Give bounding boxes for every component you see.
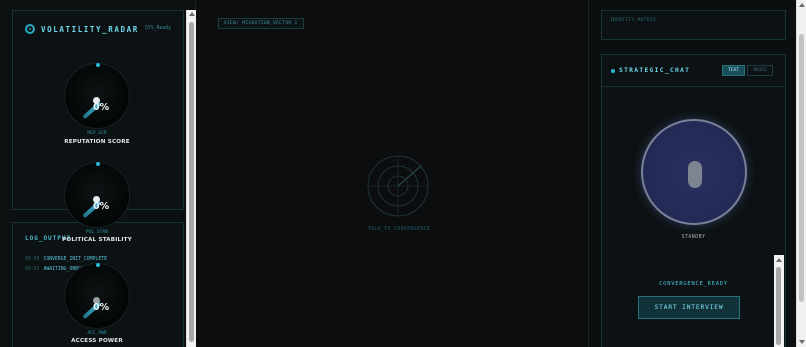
gauge-code: ACC_PWR (87, 331, 107, 336)
gauge-marker-dot (96, 263, 100, 267)
scroll-up-arrow-icon[interactable] (799, 3, 805, 7)
scrollbar-thumb[interactable] (799, 34, 804, 302)
log-line: 00:00 CONVERGE_INIT_COMPLETE (25, 257, 107, 262)
log-timestamp: 00:00 (25, 257, 40, 262)
mic-state-label: STANDBY (681, 235, 706, 240)
radar-sweep-icon (367, 155, 429, 217)
gauge-code: POL_STAB (85, 230, 109, 235)
gauge-value: 0% (93, 302, 110, 313)
start-interview-button[interactable]: START INTERVIEW (638, 296, 740, 319)
chat-title: STRATEGIC_CHAT (619, 67, 691, 74)
gauge-marker-dot (96, 63, 100, 67)
tab-text[interactable]: TEXT (722, 65, 746, 76)
gauge-code: REP_SCR (87, 131, 107, 136)
gauge-label: REPUTATION SCORE (64, 139, 130, 145)
scrollbar-thumb[interactable] (189, 22, 194, 342)
scroll-up-arrow-icon[interactable] (776, 258, 782, 262)
scrollbar-thumb[interactable] (776, 267, 781, 345)
sidebar-scrollbar[interactable] (186, 10, 196, 347)
access-power-gauge: 0% ACC_PWR ACCESS POWER (64, 263, 130, 344)
reputation-score-gauge: 0% REP_SCR REPUTATION SCORE (64, 63, 130, 145)
gauge-dial: 0% (64, 63, 130, 129)
strategic-chat-panel: STRATEGIC_CHAT TEXT VOICE STANDBY CONVER… (601, 54, 786, 347)
gauge-label: POLITICAL STABILITY (62, 237, 132, 243)
log-message: CONVERGE_INIT_COMPLETE (43, 257, 107, 262)
gauge-marker-dot (96, 162, 100, 166)
identity-matrix-panel: IDENTITY_MATRIX (601, 10, 786, 40)
right-sidebar: IDENTITY_MATRIX STRATEGIC_CHAT TEXT VOIC… (588, 0, 796, 347)
convergence-ready-label: CONVERGENCE_READY (659, 281, 728, 287)
microphone-button[interactable] (641, 119, 747, 225)
radar-status: SYS_Ready (145, 26, 171, 31)
scroll-down-arrow-icon[interactable] (799, 340, 805, 344)
chat-mode-tabs: TEXT VOICE (722, 65, 773, 76)
page-scrollbar[interactable] (796, 0, 806, 347)
status-dot-icon (611, 69, 615, 73)
chat-scrollbar[interactable] (774, 255, 784, 347)
gauge-value: 0% (93, 102, 110, 113)
chat-header: STRATEGIC_CHAT TEXT VOICE (602, 55, 785, 87)
gauge-label: ACCESS POWER (71, 338, 123, 344)
radar-header: VOLATILITY_RADAR (25, 24, 139, 34)
gauge-dial: 0% (64, 162, 130, 228)
tab-voice[interactable]: VOICE (747, 65, 773, 76)
view-label: VIEW: MIGRATION_VECTOR_1 (218, 18, 304, 29)
microphone-icon (688, 161, 702, 188)
identity-matrix-label: IDENTITY_MATRIX (610, 18, 656, 23)
left-sidebar: VOLATILITY_RADAR SYS_Ready LOG_OUTPUT 00… (0, 0, 196, 347)
political-stability-gauge: 0% POL_STAB POLITICAL STABILITY (62, 162, 132, 243)
gauge-dial: 0% (64, 263, 130, 329)
gauge-value: 0% (93, 201, 110, 212)
log-timestamp: 00:01 (25, 267, 40, 272)
radar-logo-icon (25, 24, 35, 34)
scroll-up-arrow-icon[interactable] (189, 12, 195, 16)
talk-to-convergence-caption[interactable]: TALK_TO_CONVERGENCE (340, 227, 458, 232)
radar-title: VOLATILITY_RADAR (41, 24, 139, 34)
